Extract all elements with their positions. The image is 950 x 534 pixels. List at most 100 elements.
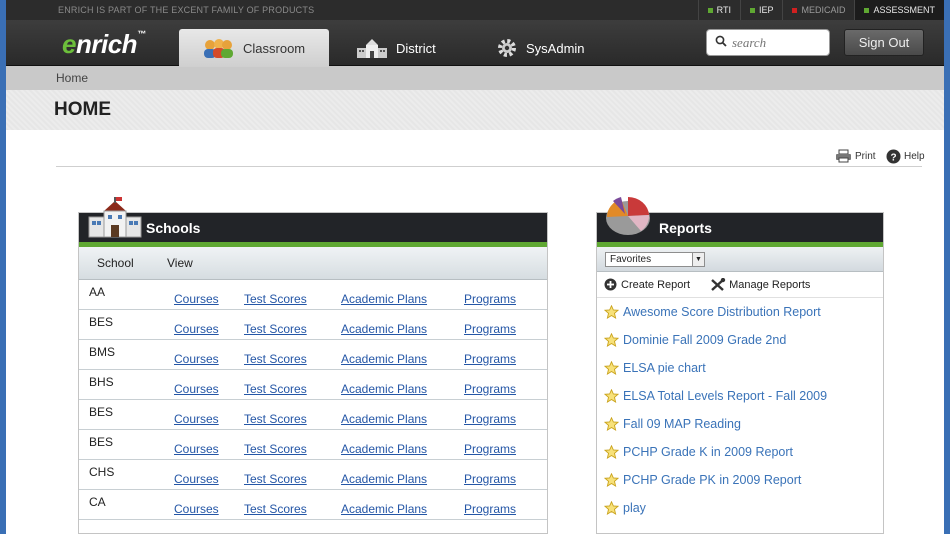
product-label: RTI [716, 5, 731, 15]
programs-link[interactable]: Programs [464, 502, 516, 516]
star-icon[interactable] [604, 389, 619, 403]
table-row: BES Courses Test Scores Academic Plans Progr… [79, 400, 547, 430]
report-list-item[interactable]: PCHP Grade K in 2009 Report [597, 438, 883, 466]
sign-out-button[interactable]: Sign Out [844, 29, 924, 56]
programs-link[interactable]: Programs [464, 472, 516, 486]
tab-district[interactable]: District [356, 29, 436, 67]
report-title: ELSA Total Levels Report - Fall 2009 [623, 389, 828, 403]
school-name: BES [89, 315, 114, 329]
print-button[interactable]: Print [835, 149, 876, 163]
print-label: Print [855, 150, 876, 162]
programs-link[interactable]: Programs [464, 322, 516, 336]
help-label: Help [904, 151, 925, 162]
product-assessment-link[interactable]: ASSESSMENT [854, 0, 944, 20]
star-icon[interactable] [604, 473, 619, 487]
page: ENRICH IS PART OF THE EXCENT FAMILY OF P… [6, 0, 944, 534]
schools-title: Schools [146, 219, 201, 236]
status-dot-icon [864, 7, 870, 13]
chevron-down-icon: ▼ [692, 252, 704, 266]
academic-plans-link[interactable]: Academic Plans [341, 382, 427, 396]
report-list-item[interactable]: Fall 09 MAP Reading [597, 410, 883, 438]
programs-link[interactable]: Programs [464, 292, 516, 306]
academic-plans-link[interactable]: Academic Plans [341, 292, 427, 306]
courses-link[interactable]: Courses [174, 292, 219, 306]
window-frame-right [944, 0, 950, 534]
breadcrumb-home[interactable]: Home [56, 71, 88, 85]
test-scores-link[interactable]: Test Scores [244, 382, 307, 396]
gear-icon [496, 37, 518, 59]
courses-link[interactable]: Courses [174, 412, 219, 426]
manage-reports-button[interactable]: Manage Reports [710, 277, 820, 292]
school-name: CHS [89, 465, 115, 479]
test-scores-link[interactable]: Test Scores [244, 442, 307, 456]
courses-link[interactable]: Courses [174, 352, 219, 366]
enrich-logo[interactable]: enrich™ [62, 29, 146, 60]
school-name: AA [89, 285, 106, 299]
academic-plans-link[interactable]: Academic Plans [341, 412, 427, 426]
tab-classroom[interactable]: Classroom [179, 29, 329, 67]
create-report-label: Create Report [621, 278, 691, 291]
product-label: IEP [758, 5, 774, 15]
pie-chart-icon [603, 191, 653, 237]
product-medicaid-link[interactable]: MEDICAID [782, 0, 854, 20]
schools-table-body: AA Courses Test Scores Academic Plans Progra… [79, 280, 547, 520]
search-box[interactable] [706, 29, 830, 56]
product-iep-link[interactable]: IEP [739, 0, 783, 20]
test-scores-link[interactable]: Test Scores [244, 292, 307, 306]
programs-link[interactable]: Programs [464, 412, 516, 426]
product-label: MEDICAID [801, 5, 846, 15]
reports-filter-select[interactable]: Favorites ▼ [605, 251, 705, 267]
star-icon[interactable] [604, 361, 619, 375]
programs-link[interactable]: Programs [464, 442, 516, 456]
tools-icon [710, 277, 726, 292]
help-button[interactable]: ? Help [886, 149, 925, 164]
product-label: ASSESSMENT [873, 5, 935, 15]
test-scores-link[interactable]: Test Scores [244, 322, 307, 336]
programs-link[interactable]: Programs [464, 352, 516, 366]
report-list-item[interactable]: ELSA Total Levels Report - Fall 2009 [597, 382, 883, 410]
report-list-item[interactable]: Dominie Fall 2009 Grade 2nd [597, 326, 883, 354]
report-title: PCHP Grade K in 2009 Report [623, 445, 794, 459]
programs-link[interactable]: Programs [464, 382, 516, 396]
tab-label: SysAdmin [526, 40, 585, 56]
test-scores-link[interactable]: Test Scores [244, 472, 307, 486]
report-list-item[interactable]: Awesome Score Distribution Report [597, 298, 883, 326]
school-name: BES [89, 435, 114, 449]
academic-plans-link[interactable]: Academic Plans [341, 472, 427, 486]
star-icon[interactable] [604, 417, 619, 431]
star-icon[interactable] [604, 333, 619, 347]
test-scores-link[interactable]: Test Scores [244, 502, 307, 516]
academic-plans-link[interactable]: Academic Plans [341, 352, 427, 366]
star-icon[interactable] [604, 501, 619, 515]
product-rti-link[interactable]: RTI [697, 0, 740, 20]
report-list-item[interactable]: play [597, 494, 883, 522]
table-row: BES Courses Test Scores Academic Plans Progr… [79, 430, 547, 460]
courses-link[interactable]: Courses [174, 322, 219, 336]
search-input[interactable] [732, 34, 822, 51]
courses-link[interactable]: Courses [174, 382, 219, 396]
table-row: BES Courses Test Scores Academic Plans Progr… [79, 310, 547, 340]
schools-panel: Schools School View AA Courses Test Scores… [78, 197, 548, 534]
test-scores-link[interactable]: Test Scores [244, 412, 307, 426]
academic-plans-link[interactable]: Academic Plans [341, 322, 427, 336]
test-scores-link[interactable]: Test Scores [244, 352, 307, 366]
create-report-button[interactable]: Create Report [604, 278, 700, 291]
school-name: CA [89, 495, 106, 509]
report-list-item[interactable]: PCHP Grade PK in 2009 Report [597, 466, 883, 494]
academic-plans-link[interactable]: Academic Plans [341, 502, 427, 516]
star-icon[interactable] [604, 445, 619, 459]
column-view: View [167, 256, 193, 270]
school-name: BHS [89, 375, 114, 389]
reports-title: Reports [659, 219, 712, 236]
svg-text:?: ? [890, 152, 896, 163]
report-list-item[interactable]: ELSA pie chart [597, 354, 883, 382]
reports-filter-bar: Favorites ▼ [597, 247, 883, 272]
star-icon[interactable] [604, 305, 619, 319]
tab-sysadmin[interactable]: SysAdmin [496, 29, 585, 67]
courses-link[interactable]: Courses [174, 472, 219, 486]
academic-plans-link[interactable]: Academic Plans [341, 442, 427, 456]
logo-e: e [62, 29, 76, 59]
courses-link[interactable]: Courses [174, 442, 219, 456]
courses-link[interactable]: Courses [174, 502, 219, 516]
building-icon [356, 37, 388, 59]
